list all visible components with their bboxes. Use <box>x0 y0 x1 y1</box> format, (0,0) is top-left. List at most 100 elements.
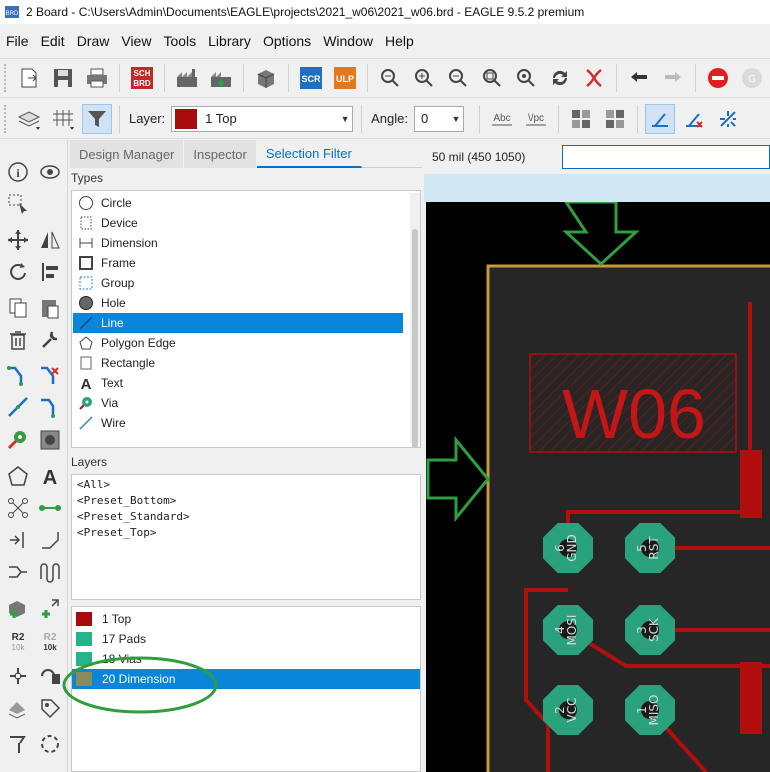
type-item-rectangle[interactable]: Rectangle <box>73 353 403 373</box>
snap-angle-icon[interactable] <box>645 103 676 134</box>
zoom-out-icon[interactable] <box>443 63 473 93</box>
replace-icon[interactable] <box>36 594 64 622</box>
toolbar-grip[interactable] <box>4 64 8 92</box>
menu-edit[interactable]: Edit <box>35 33 71 49</box>
drc-icon[interactable] <box>36 730 64 758</box>
type-item-frame[interactable]: Frame <box>73 253 403 273</box>
board-canvas[interactable]: W06 6GND 5RST 4MOSI 3SCK 2VCC 1MISO <box>426 200 770 772</box>
open-file-icon[interactable] <box>14 63 44 93</box>
ratsnest-icon[interactable] <box>579 63 609 93</box>
ripup-icon[interactable] <box>36 362 64 390</box>
zoom-select-icon[interactable] <box>477 63 507 93</box>
type-item-group[interactable]: Group <box>73 273 403 293</box>
menu-draw[interactable]: Draw <box>71 33 116 49</box>
board-drawing[interactable]: W06 6GND 5RST4MOSI 3SCK2VCC 1MISO <box>426 200 770 772</box>
attribute-icon[interactable] <box>4 694 32 722</box>
copy-icon[interactable] <box>4 294 32 322</box>
tab-inspector[interactable]: Inspector <box>184 140 257 168</box>
fanout-icon[interactable] <box>4 394 32 422</box>
info-icon[interactable]: i <box>4 158 32 186</box>
type-item-device[interactable]: Device <box>73 213 403 233</box>
preset-standard[interactable]: <Preset_Standard> <box>72 509 420 525</box>
smd-pad[interactable] <box>740 662 762 734</box>
menu-tools[interactable]: Tools <box>157 33 202 49</box>
menu-library[interactable]: Library <box>202 33 257 49</box>
wire-tool-icon[interactable] <box>36 494 64 522</box>
preset-all[interactable]: <All> <box>72 477 420 493</box>
dimension-tool-icon[interactable] <box>4 730 32 758</box>
route-icon[interactable] <box>4 362 32 390</box>
type-item-via[interactable]: Via <box>73 393 403 413</box>
zoom-fit-icon[interactable] <box>375 63 405 93</box>
toolbar-grip[interactable] <box>4 104 8 133</box>
snap-off-icon[interactable] <box>679 104 709 134</box>
zoom-previous-icon[interactable] <box>511 63 541 93</box>
align-grid-icon[interactable] <box>566 104 596 134</box>
stop-icon[interactable] <box>703 63 733 93</box>
preset-bottom[interactable]: <Preset_Bottom> <box>72 493 420 509</box>
split-icon[interactable] <box>4 526 32 554</box>
show-icon[interactable] <box>36 158 64 186</box>
go-icon[interactable]: G <box>737 63 767 93</box>
align-icon[interactable] <box>36 258 64 286</box>
type-item-hole[interactable]: Hole <box>73 293 403 313</box>
magnetic-snap-icon[interactable] <box>713 104 743 134</box>
miter-icon[interactable] <box>36 526 64 554</box>
layer-item-pads[interactable]: 17 Pads <box>72 629 420 649</box>
rotate-icon[interactable] <box>4 258 32 286</box>
run-script-button[interactable]: SCR <box>296 63 326 93</box>
group-select-icon[interactable] <box>4 190 32 218</box>
scrollbar-thumb[interactable] <box>412 229 418 447</box>
via-tool-icon[interactable] <box>4 426 32 454</box>
layer-settings-icon[interactable] <box>14 104 44 134</box>
type-item-wire[interactable]: Wire <box>73 413 403 433</box>
type-item-text[interactable]: A Text <box>73 373 403 393</box>
type-item-line[interactable]: Line <box>73 313 403 333</box>
menu-options[interactable]: Options <box>257 33 317 49</box>
run-ulp-button[interactable]: ULP <box>330 63 360 93</box>
net-icon[interactable] <box>4 494 32 522</box>
tab-design-manager[interactable]: Design Manager <box>70 140 185 168</box>
print-icon[interactable] <box>82 63 112 93</box>
add-part-icon[interactable] <box>4 594 32 622</box>
polygon-fill-icon[interactable] <box>36 426 64 454</box>
types-scrollbar[interactable] <box>410 193 420 447</box>
layer-dropdown[interactable]: 1 Top ▼ <box>171 105 354 132</box>
type-item-circle[interactable]: Circle <box>73 193 403 213</box>
selection-filter-icon[interactable] <box>82 103 112 134</box>
undo-icon[interactable] <box>624 63 654 93</box>
layer-item-top[interactable]: 1 Top <box>72 609 420 629</box>
paste-icon[interactable] <box>36 294 64 322</box>
sch-brd-switch-icon[interactable]: SCH BRD <box>127 63 157 93</box>
mirror-icon[interactable] <box>36 226 64 254</box>
tab-selection-filter[interactable]: Selection Filter <box>256 140 362 168</box>
align-group-icon[interactable] <box>600 104 630 134</box>
text-abc-button[interactable]: Abc <box>487 104 517 134</box>
menu-help[interactable]: Help <box>379 33 420 49</box>
type-item-dimension[interactable]: Dimension <box>73 233 403 253</box>
text-mirror-button[interactable]: \/pc <box>521 104 551 134</box>
redo-icon[interactable] <box>658 63 688 93</box>
zoom-in-icon[interactable] <box>409 63 439 93</box>
menu-window[interactable]: Window <box>317 33 379 49</box>
move-icon[interactable] <box>4 226 32 254</box>
delete-icon[interactable] <box>4 326 32 354</box>
meander-icon[interactable] <box>36 394 64 422</box>
smash-icon[interactable] <box>4 662 32 690</box>
menu-view[interactable]: View <box>115 33 157 49</box>
angle-dropdown[interactable]: 0 ▼ <box>414 105 465 132</box>
menu-file[interactable]: File <box>0 33 35 49</box>
redraw-icon[interactable] <box>545 63 575 93</box>
polygon-icon[interactable] <box>4 462 32 490</box>
command-line-input[interactable] <box>561 145 770 169</box>
grid-icon[interactable] <box>48 104 78 134</box>
smd-pad[interactable] <box>740 450 762 518</box>
optimize-icon[interactable] <box>4 558 32 586</box>
value-tool-button[interactable]: R2 10k <box>4 628 32 656</box>
3d-package-icon[interactable] <box>251 63 281 93</box>
type-item-polygon-edge[interactable]: Polygon Edge <box>73 333 403 353</box>
save-icon[interactable] <box>48 63 78 93</box>
change-icon[interactable] <box>36 326 64 354</box>
text-tool-icon[interactable]: A <box>36 462 64 490</box>
meander-wave-icon[interactable] <box>36 558 64 586</box>
